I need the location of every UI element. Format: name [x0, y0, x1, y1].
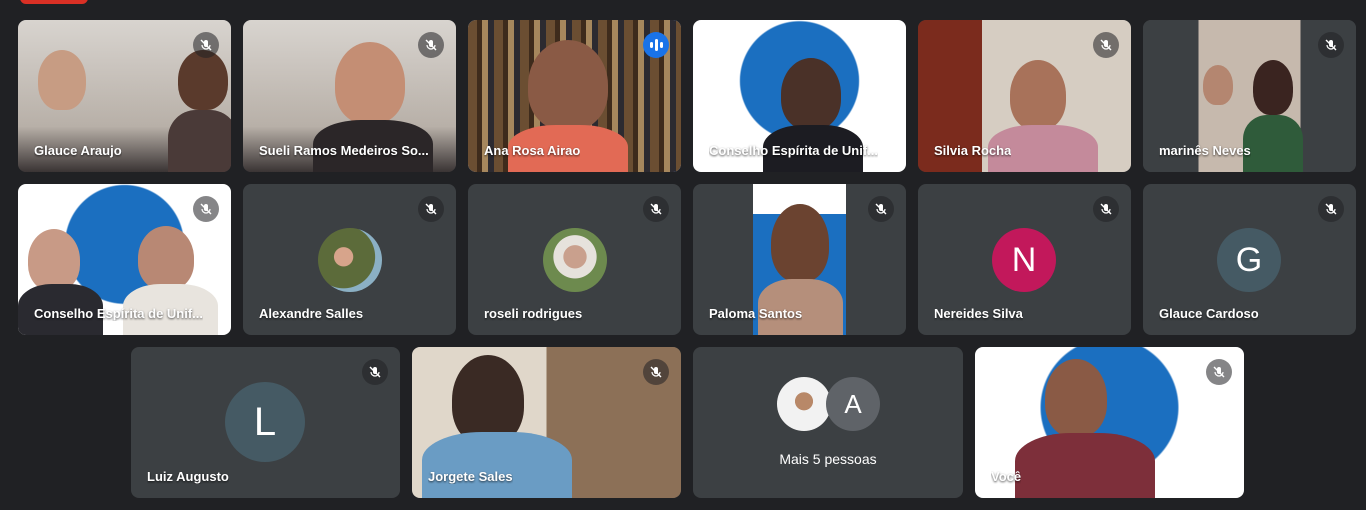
participant-tile[interactable]: Sueli Ramos Medeiros So... — [243, 20, 456, 172]
self-view-tile[interactable]: Você — [975, 347, 1244, 498]
avatar — [777, 377, 831, 431]
participant-tile[interactable]: roseli rodrigues — [468, 184, 681, 335]
participant-name: Você — [991, 469, 1022, 484]
participant-tile[interactable]: L Luiz Augusto — [131, 347, 400, 498]
mic-off-icon — [1318, 196, 1344, 222]
participant-tile[interactable]: Alexandre Salles — [243, 184, 456, 335]
participant-tile-active[interactable]: Ana Rosa Airao — [468, 20, 681, 172]
participant-tile[interactable]: marinês Neves — [1143, 20, 1356, 172]
participant-tile[interactable]: Paloma Santos — [693, 184, 906, 335]
mic-off-icon — [1093, 32, 1119, 58]
speaking-indicator-icon — [643, 32, 669, 58]
avatar — [543, 228, 607, 292]
participant-name: Silvia Rocha — [934, 143, 1012, 158]
mic-off-icon — [1093, 196, 1119, 222]
participant-tile[interactable]: Glauce Araujo — [18, 20, 231, 172]
mic-off-icon — [193, 32, 219, 58]
participant-tile[interactable]: Jorgete Sales — [412, 347, 681, 498]
mic-off-icon — [362, 359, 388, 385]
mic-off-icon — [193, 196, 219, 222]
participant-name: Alexandre Salles — [259, 306, 364, 321]
participant-name: Glauce Araujo — [34, 143, 122, 158]
participant-name: Jorgete Sales — [428, 469, 513, 484]
participant-name: Conselho Espírita de Unif... — [34, 306, 204, 321]
participant-name: roseli rodrigues — [484, 306, 583, 321]
participant-tile[interactable]: G Glauce Cardoso — [1143, 184, 1356, 335]
avatar: G — [1217, 228, 1281, 292]
avatar — [318, 228, 382, 292]
avatar: L — [225, 382, 305, 462]
participant-name: marinês Neves — [1159, 143, 1251, 158]
participant-name: Conselho Espírita de Unif... — [709, 143, 879, 158]
participant-name: Ana Rosa Airao — [484, 143, 581, 158]
participant-name: Paloma Santos — [709, 306, 803, 321]
mic-off-icon — [643, 196, 669, 222]
participant-name: Sueli Ramos Medeiros So... — [259, 143, 429, 158]
leave-indicator[interactable] — [20, 0, 88, 4]
mic-off-icon — [868, 196, 894, 222]
mic-off-icon — [418, 32, 444, 58]
participant-name: Luiz Augusto — [147, 469, 229, 484]
more-participants-label: Mais 5 pessoas — [779, 451, 877, 467]
meeting-grid: Glauce Araujo Sueli Ramos Medeiros So...… — [0, 0, 1366, 510]
more-participants-tile[interactable]: A Mais 5 pessoas — [693, 347, 963, 498]
participant-tile[interactable]: Conselho Espírita de Unif... — [18, 184, 231, 335]
mic-off-icon — [1206, 359, 1232, 385]
mic-off-icon — [418, 196, 444, 222]
avatar: A — [826, 377, 880, 431]
participant-name: Glauce Cardoso — [1159, 306, 1259, 321]
mic-off-icon — [643, 359, 669, 385]
participant-tile[interactable]: Conselho Espírita de Unif... — [693, 20, 906, 172]
participant-tile[interactable]: N Nereides Silva — [918, 184, 1131, 335]
participant-tile[interactable]: Silvia Rocha — [918, 20, 1131, 172]
avatar: N — [992, 228, 1056, 292]
mic-off-icon — [1318, 32, 1344, 58]
participant-name: Nereides Silva — [934, 306, 1023, 321]
